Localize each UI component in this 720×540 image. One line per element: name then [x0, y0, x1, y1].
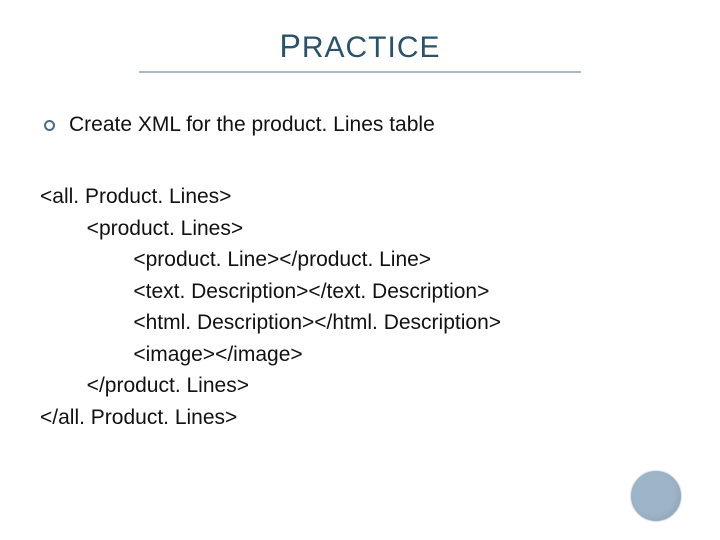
slide: PRACTICE Create XML for the product. Lin… [0, 0, 720, 540]
page-title: PRACTICE [139, 28, 580, 73]
title-cap: P [279, 28, 301, 64]
code-line: </product. Lines> [40, 374, 249, 397]
bullet-text: Create XML for the product. Lines table [69, 113, 435, 137]
bullet-icon [44, 120, 55, 131]
title-rest: RACTICE [302, 31, 441, 64]
title-wrap: PRACTICE [0, 0, 720, 73]
code-line: </all. Product. Lines> [40, 406, 237, 429]
code-line: <all. Product. Lines> [40, 185, 231, 208]
decorative-circle-icon [630, 470, 682, 522]
code-line: <text. Description></text. Description> [40, 280, 489, 303]
code-line: <product. Lines> [40, 217, 243, 240]
bullet-row: Create XML for the product. Lines table [44, 113, 676, 137]
code-block: <all. Product. Lines> <product. Lines> <… [40, 181, 676, 433]
code-line: <product. Line></product. Line> [40, 248, 431, 271]
code-line: <image></image> [40, 343, 303, 366]
code-line: <html. Description></html. Description> [40, 311, 501, 334]
body: Create XML for the product. Lines table … [0, 73, 720, 433]
